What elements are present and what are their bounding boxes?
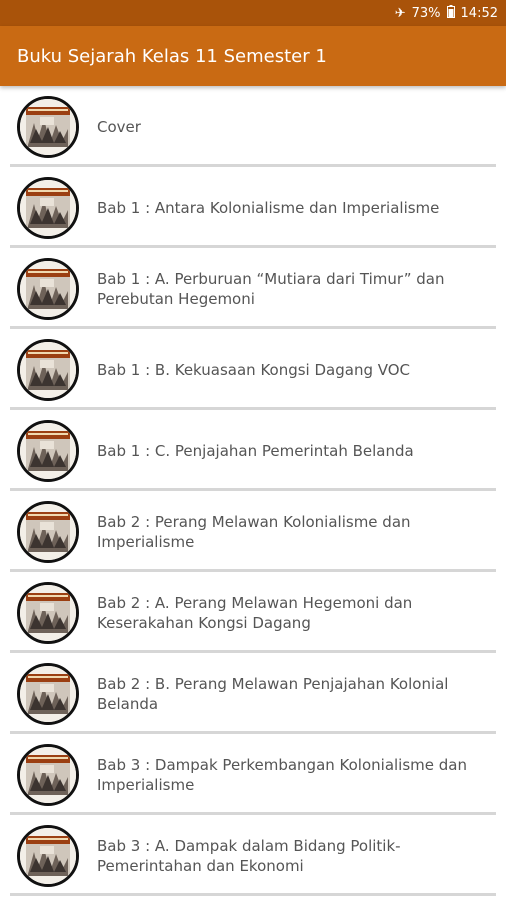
list-item[interactable]: Bab 1 : B. Kekuasaan Kongsi Dagang VOC [0,329,506,410]
list-item[interactable]: Bab 1 : C. Penjajahan Pemerintah Belanda [0,410,506,491]
battery-icon [446,4,455,22]
list-item[interactable]: Bab 3 : Dampak Perkembangan Kolonialisme… [0,734,506,815]
list-item-label: Bab 1 : C. Penjajahan Pemerintah Belanda [97,441,414,460]
battery-percent: 73% [411,5,441,21]
book-cover-thumbnail [17,662,79,725]
list-item[interactable]: Bab 2 : B. Perang Melawan Penjajahan Kol… [0,653,506,734]
list-item-label: Cover [97,117,141,136]
list-item-label: Bab 1 : Antara Kolonialisme dan Imperial… [97,198,440,217]
list-item[interactable]: Cover [0,86,506,167]
list-item-label: Bab 2 : B. Perang Melawan Penjajahan Kol… [97,674,449,713]
airplane-icon: ✈ [394,5,406,21]
book-cover-thumbnail [17,581,79,644]
book-cover-thumbnail [17,176,79,239]
status-bar: ✈ 73% 14:52 [0,0,506,26]
list-item-label: Bab 3 : Dampak Perkembangan Kolonialisme… [97,755,467,794]
list-item[interactable]: Bab 3 : A. Dampak dalam Bidang Politik-P… [0,815,506,896]
list-item[interactable]: Bab 2 : Perang Melawan Kolonialisme dan … [0,491,506,572]
book-cover-thumbnail [17,743,79,806]
book-cover-thumbnail [17,500,79,563]
list-item-label: Bab 2 : Perang Melawan Kolonialisme dan … [97,512,411,551]
divider [10,893,496,896]
list-item[interactable]: Bab 1 : A. Perburuan “Mutiara dari Timur… [0,248,506,329]
book-cover-thumbnail [17,824,79,887]
list-item[interactable]: Bab 1 : Antara Kolonialisme dan Imperial… [0,167,506,248]
list-item[interactable]: Bab 2 : A. Perang Melawan Hegemoni dan K… [0,572,506,653]
app-title: Buku Sejarah Kelas 11 Semester 1 [17,45,327,67]
book-cover-thumbnail [17,257,79,320]
book-cover-thumbnail [17,338,79,401]
app-bar: Buku Sejarah Kelas 11 Semester 1 [0,26,506,86]
chapter-list: Cover Bab 1 : Antara Kolonialisme dan Im… [0,86,506,900]
clock: 14:52 [460,5,498,21]
book-cover-thumbnail [17,95,79,158]
list-item-label: Bab 3 : A. Dampak dalam Bidang Politik-P… [97,836,401,875]
book-cover-thumbnail [17,419,79,482]
list-item-label: Bab 1 : A. Perburuan “Mutiara dari Timur… [97,269,445,308]
list-item-label: Bab 1 : B. Kekuasaan Kongsi Dagang VOC [97,360,411,379]
list-item-label: Bab 2 : A. Perang Melawan Hegemoni dan K… [97,593,413,632]
